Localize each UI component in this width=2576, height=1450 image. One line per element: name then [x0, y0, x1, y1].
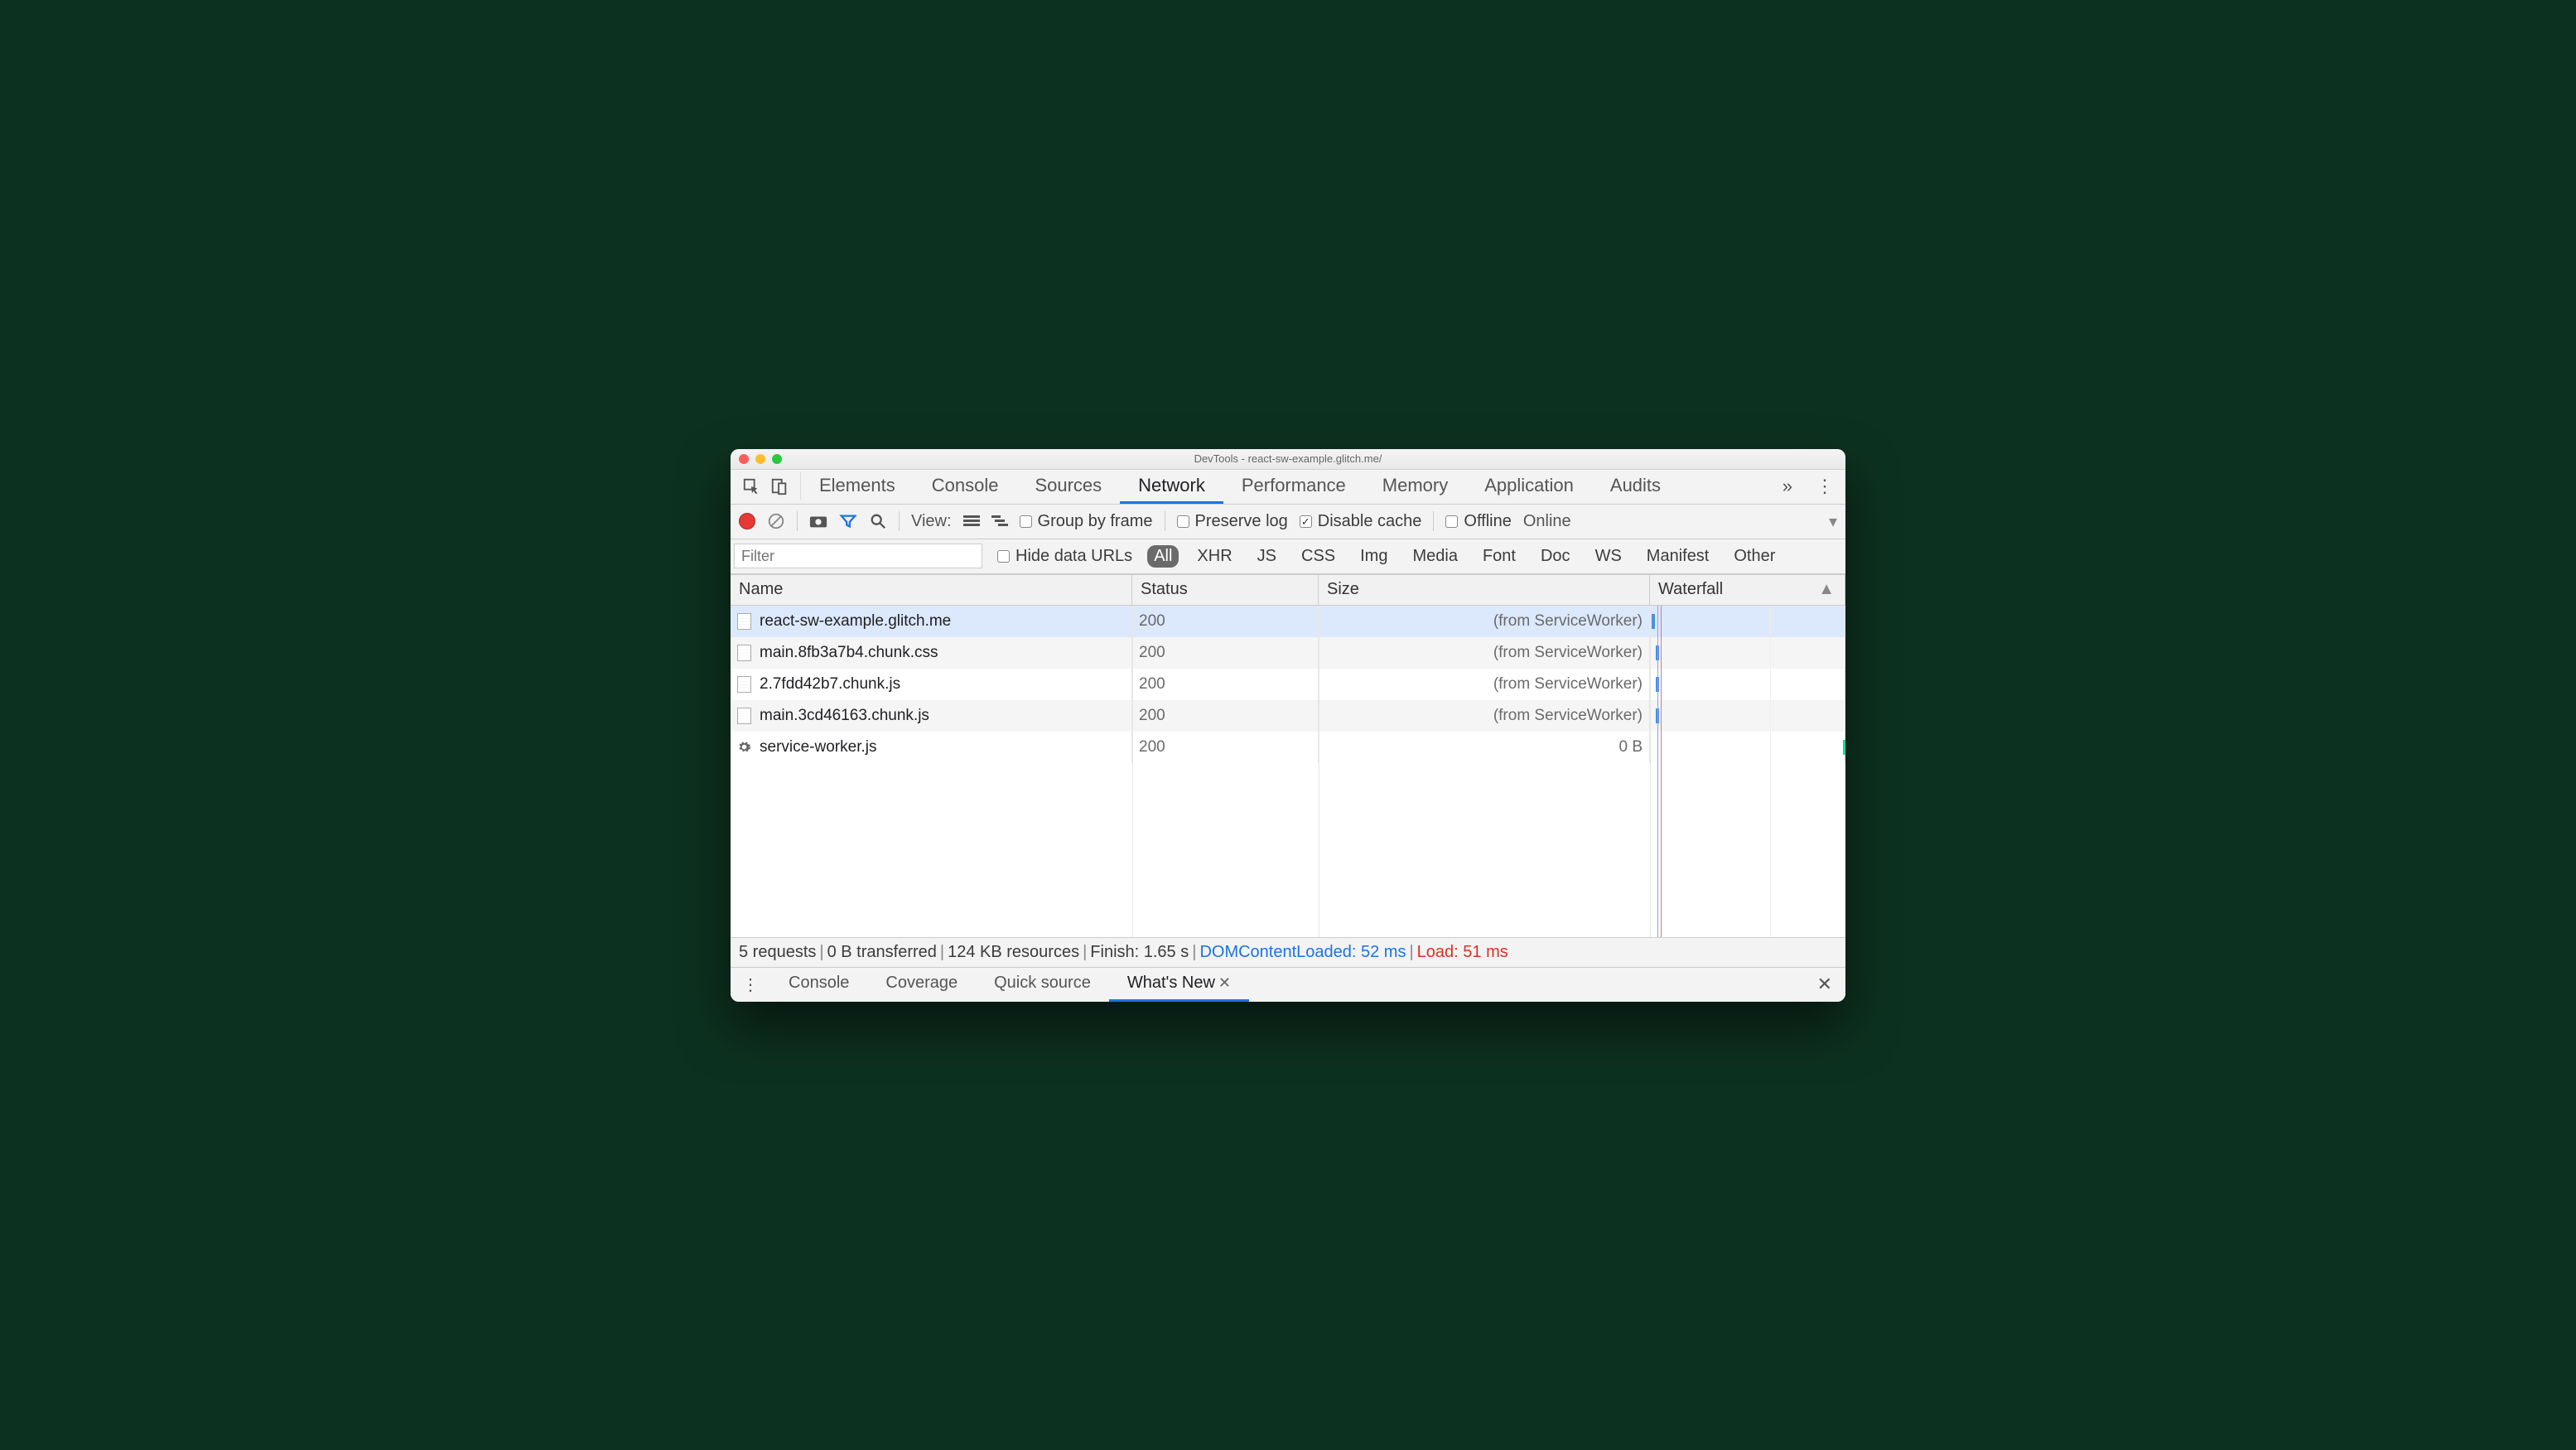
drawer-tabbar: ⋮ ConsoleCoverageQuick sourceWhat's New✕…	[731, 967, 1845, 1002]
request-size: (from ServiceWorker)	[1493, 612, 1643, 631]
request-name: service-worker.js	[760, 738, 876, 756]
request-status: 200	[1139, 738, 1165, 756]
network-toolbar: View: Group by frame Preserve log Disabl…	[731, 505, 1845, 539]
disable-cache-checkbox[interactable]: Disable cache	[1300, 512, 1422, 531]
request-size: (from ServiceWorker)	[1493, 707, 1643, 725]
tab-close-icon[interactable]: ✕	[1218, 974, 1231, 992]
summary-transferred: 0 B transferred	[827, 943, 937, 962]
drawer-tab-console[interactable]: Console	[770, 967, 867, 1002]
drawer-tab-quick-source[interactable]: Quick source	[976, 967, 1109, 1002]
drawer-tab-what-s-new[interactable]: What's New✕	[1109, 967, 1249, 1002]
drawer-menu-icon[interactable]: ⋮	[731, 974, 770, 995]
summary-resources: 124 KB resources	[948, 943, 1079, 962]
titlebar: DevTools - react-sw-example.glitch.me/	[731, 449, 1845, 470]
settings-menu-icon[interactable]: ⋮	[1804, 476, 1845, 497]
device-toolbar-icon[interactable]	[770, 477, 789, 495]
panel-tab-performance[interactable]: Performance	[1223, 469, 1364, 504]
panel-tab-console[interactable]: Console	[914, 469, 1017, 504]
filter-icon[interactable]	[839, 512, 857, 530]
search-icon[interactable]	[869, 512, 887, 530]
table-row[interactable]: 2.7fdd42b7.chunk.js 200 (from ServiceWorke…	[731, 669, 1845, 700]
filter-type-media[interactable]: Media	[1406, 545, 1464, 568]
waterfall-overview-icon[interactable]	[991, 515, 1008, 528]
waterfall-bar	[1843, 740, 1845, 755]
filter-bar: Hide data URLs All XHR JS CSS Img Media Font Do…	[731, 539, 1845, 574]
record-button[interactable]	[739, 513, 755, 529]
hide-data-urls-checkbox[interactable]: Hide data URLs	[997, 547, 1132, 566]
filter-type-css[interactable]: CSS	[1295, 545, 1342, 568]
file-icon	[737, 613, 751, 630]
more-tabs-icon[interactable]: »	[1771, 476, 1804, 497]
request-size: 0 B	[1618, 738, 1643, 756]
file-icon	[737, 645, 751, 661]
col-name[interactable]: Name	[731, 575, 1132, 605]
request-status: 200	[1139, 612, 1165, 631]
request-name: main.8fb3a7b4.chunk.css	[760, 644, 938, 662]
drawer-tab-coverage[interactable]: Coverage	[867, 967, 976, 1002]
main-panel-tabbar: ElementsConsoleSourcesNetworkPerformance…	[731, 470, 1845, 505]
summary-requests: 5 requests	[739, 943, 816, 962]
filter-type-font[interactable]: Font	[1476, 545, 1522, 568]
request-status: 200	[1139, 675, 1165, 694]
panel-tab-network[interactable]: Network	[1120, 469, 1223, 504]
filter-type-manifest[interactable]: Manifest	[1640, 545, 1716, 568]
panel-tab-sources[interactable]: Sources	[1016, 469, 1120, 504]
col-size[interactable]: Size	[1319, 575, 1650, 605]
table-row[interactable]: main.8fb3a7b4.chunk.css 200 (from ServiceW…	[731, 637, 1845, 669]
devtools-window: DevTools - react-sw-example.glitch.me/ E…	[731, 449, 1845, 1002]
request-size: (from ServiceWorker)	[1493, 644, 1643, 662]
request-name: main.3cd46163.chunk.js	[760, 707, 929, 725]
summary-finish: Finish: 1.65 s	[1090, 943, 1189, 962]
file-icon	[737, 708, 751, 724]
request-name: react-sw-example.glitch.me	[760, 612, 951, 631]
clear-button[interactable]	[767, 512, 785, 530]
offline-checkbox[interactable]: Offline	[1445, 512, 1511, 531]
panel-tab-application[interactable]: Application	[1466, 469, 1592, 504]
col-waterfall[interactable]: Waterfall▲	[1650, 575, 1845, 605]
summary-bar: 5 requests| 0 B transferred| 124 KB reso…	[731, 937, 1845, 967]
panel-tab-elements[interactable]: Elements	[801, 469, 914, 504]
file-icon	[737, 676, 751, 693]
filter-type-js[interactable]: JS	[1251, 545, 1283, 568]
filter-input[interactable]	[734, 544, 982, 568]
inspect-element-icon[interactable]	[742, 477, 760, 495]
summary-load: Load: 51 ms	[1417, 943, 1508, 962]
panel-tab-memory[interactable]: Memory	[1364, 469, 1466, 504]
panel-tab-audits[interactable]: Audits	[1592, 469, 1679, 504]
capture-screenshot-icon[interactable]	[809, 514, 827, 529]
filter-type-all[interactable]: All	[1147, 545, 1179, 568]
filter-type-other[interactable]: Other	[1727, 545, 1782, 568]
filter-type-ws[interactable]: WS	[1589, 545, 1628, 568]
requests-table-header: Name Status Size Waterfall▲	[731, 574, 1845, 606]
col-status[interactable]: Status	[1132, 575, 1319, 605]
request-size: (from ServiceWorker)	[1493, 675, 1643, 694]
request-status: 200	[1139, 644, 1165, 662]
group-by-frame-checkbox[interactable]: Group by frame	[1020, 512, 1153, 531]
throttling-select[interactable]: Online	[1523, 512, 1571, 531]
filter-type-doc[interactable]: Doc	[1534, 545, 1577, 568]
sort-asc-icon: ▲	[1818, 580, 1835, 599]
gear-icon	[737, 740, 751, 754]
throttling-dropdown-icon[interactable]: ▾	[1829, 511, 1837, 532]
request-name: 2.7fdd42b7.chunk.js	[760, 675, 900, 694]
filter-type-img[interactable]: Img	[1353, 545, 1394, 568]
summary-domcontentloaded: DOMContentLoaded: 52 ms	[1199, 943, 1406, 962]
preserve-log-checkbox[interactable]: Preserve log	[1177, 512, 1288, 531]
filter-type-xhr[interactable]: XHR	[1190, 545, 1238, 568]
drawer-close-icon[interactable]: ✕	[1804, 974, 1845, 995]
table-row[interactable]: react-sw-example.glitch.me 200 (from Servi…	[731, 606, 1845, 637]
table-row[interactable]: service-worker.js 200 0 B	[731, 732, 1845, 763]
table-row[interactable]: main.3cd46163.chunk.js 200 (from ServiceWo…	[731, 700, 1845, 732]
large-rows-icon[interactable]	[963, 515, 980, 528]
requests-table-body: react-sw-example.glitch.me 200 (from Servi…	[731, 606, 1845, 937]
request-status: 200	[1139, 707, 1165, 725]
view-label: View:	[911, 512, 952, 531]
window-title: DevTools - react-sw-example.glitch.me/	[731, 452, 1845, 465]
waterfall-bar	[1652, 614, 1655, 629]
